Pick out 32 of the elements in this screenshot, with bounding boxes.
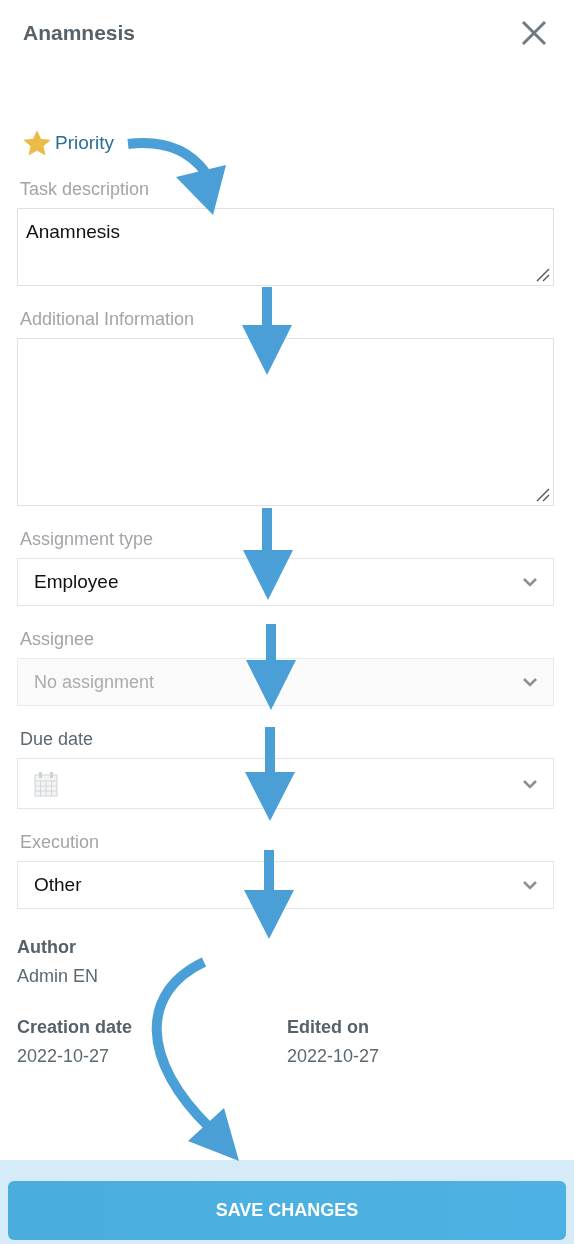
close-button[interactable]: [521, 20, 547, 46]
field-value: Other: [34, 874, 82, 896]
field-label: Additional Information: [20, 309, 196, 330]
dropdown-field[interactable]: Other: [17, 861, 554, 909]
field-label: Assignee: [20, 629, 96, 650]
field-label: Due date: [20, 729, 95, 750]
chevron-down-icon: [522, 777, 538, 790]
meta-label: Creation date: [17, 1017, 134, 1038]
meta-value: 2022-10-27: [287, 1046, 381, 1067]
field-label: Assignment type: [20, 529, 155, 550]
resize-handle-icon: [536, 268, 550, 282]
date-field[interactable]: [17, 758, 554, 809]
placeholder-text: No assignment: [34, 671, 155, 693]
meta-label: Edited on: [287, 1017, 370, 1038]
field-value: Employee: [34, 571, 119, 593]
chevron-down-icon: [522, 879, 538, 891]
field-label: Task description: [20, 179, 151, 200]
meta-value: Admin EN: [17, 966, 100, 987]
field-value: Anamnesis: [26, 221, 120, 242]
chevron-down-icon: [522, 576, 538, 588]
window-title: Anamnesis: [23, 21, 136, 45]
field-label: Execution: [20, 832, 101, 853]
meta-label: Author: [17, 937, 77, 958]
resize-handle-icon: [536, 488, 550, 502]
priority-link[interactable]: Priority: [55, 132, 115, 154]
calendar-icon: [34, 770, 58, 797]
chevron-down-icon: [522, 676, 538, 688]
dropdown-field[interactable]: Employee: [17, 558, 554, 606]
text-area-field[interactable]: [17, 338, 554, 506]
meta-value: 2022-10-27: [17, 1046, 111, 1067]
text-area-field[interactable]: Anamnesis: [17, 208, 554, 286]
close-icon: [521, 20, 547, 46]
